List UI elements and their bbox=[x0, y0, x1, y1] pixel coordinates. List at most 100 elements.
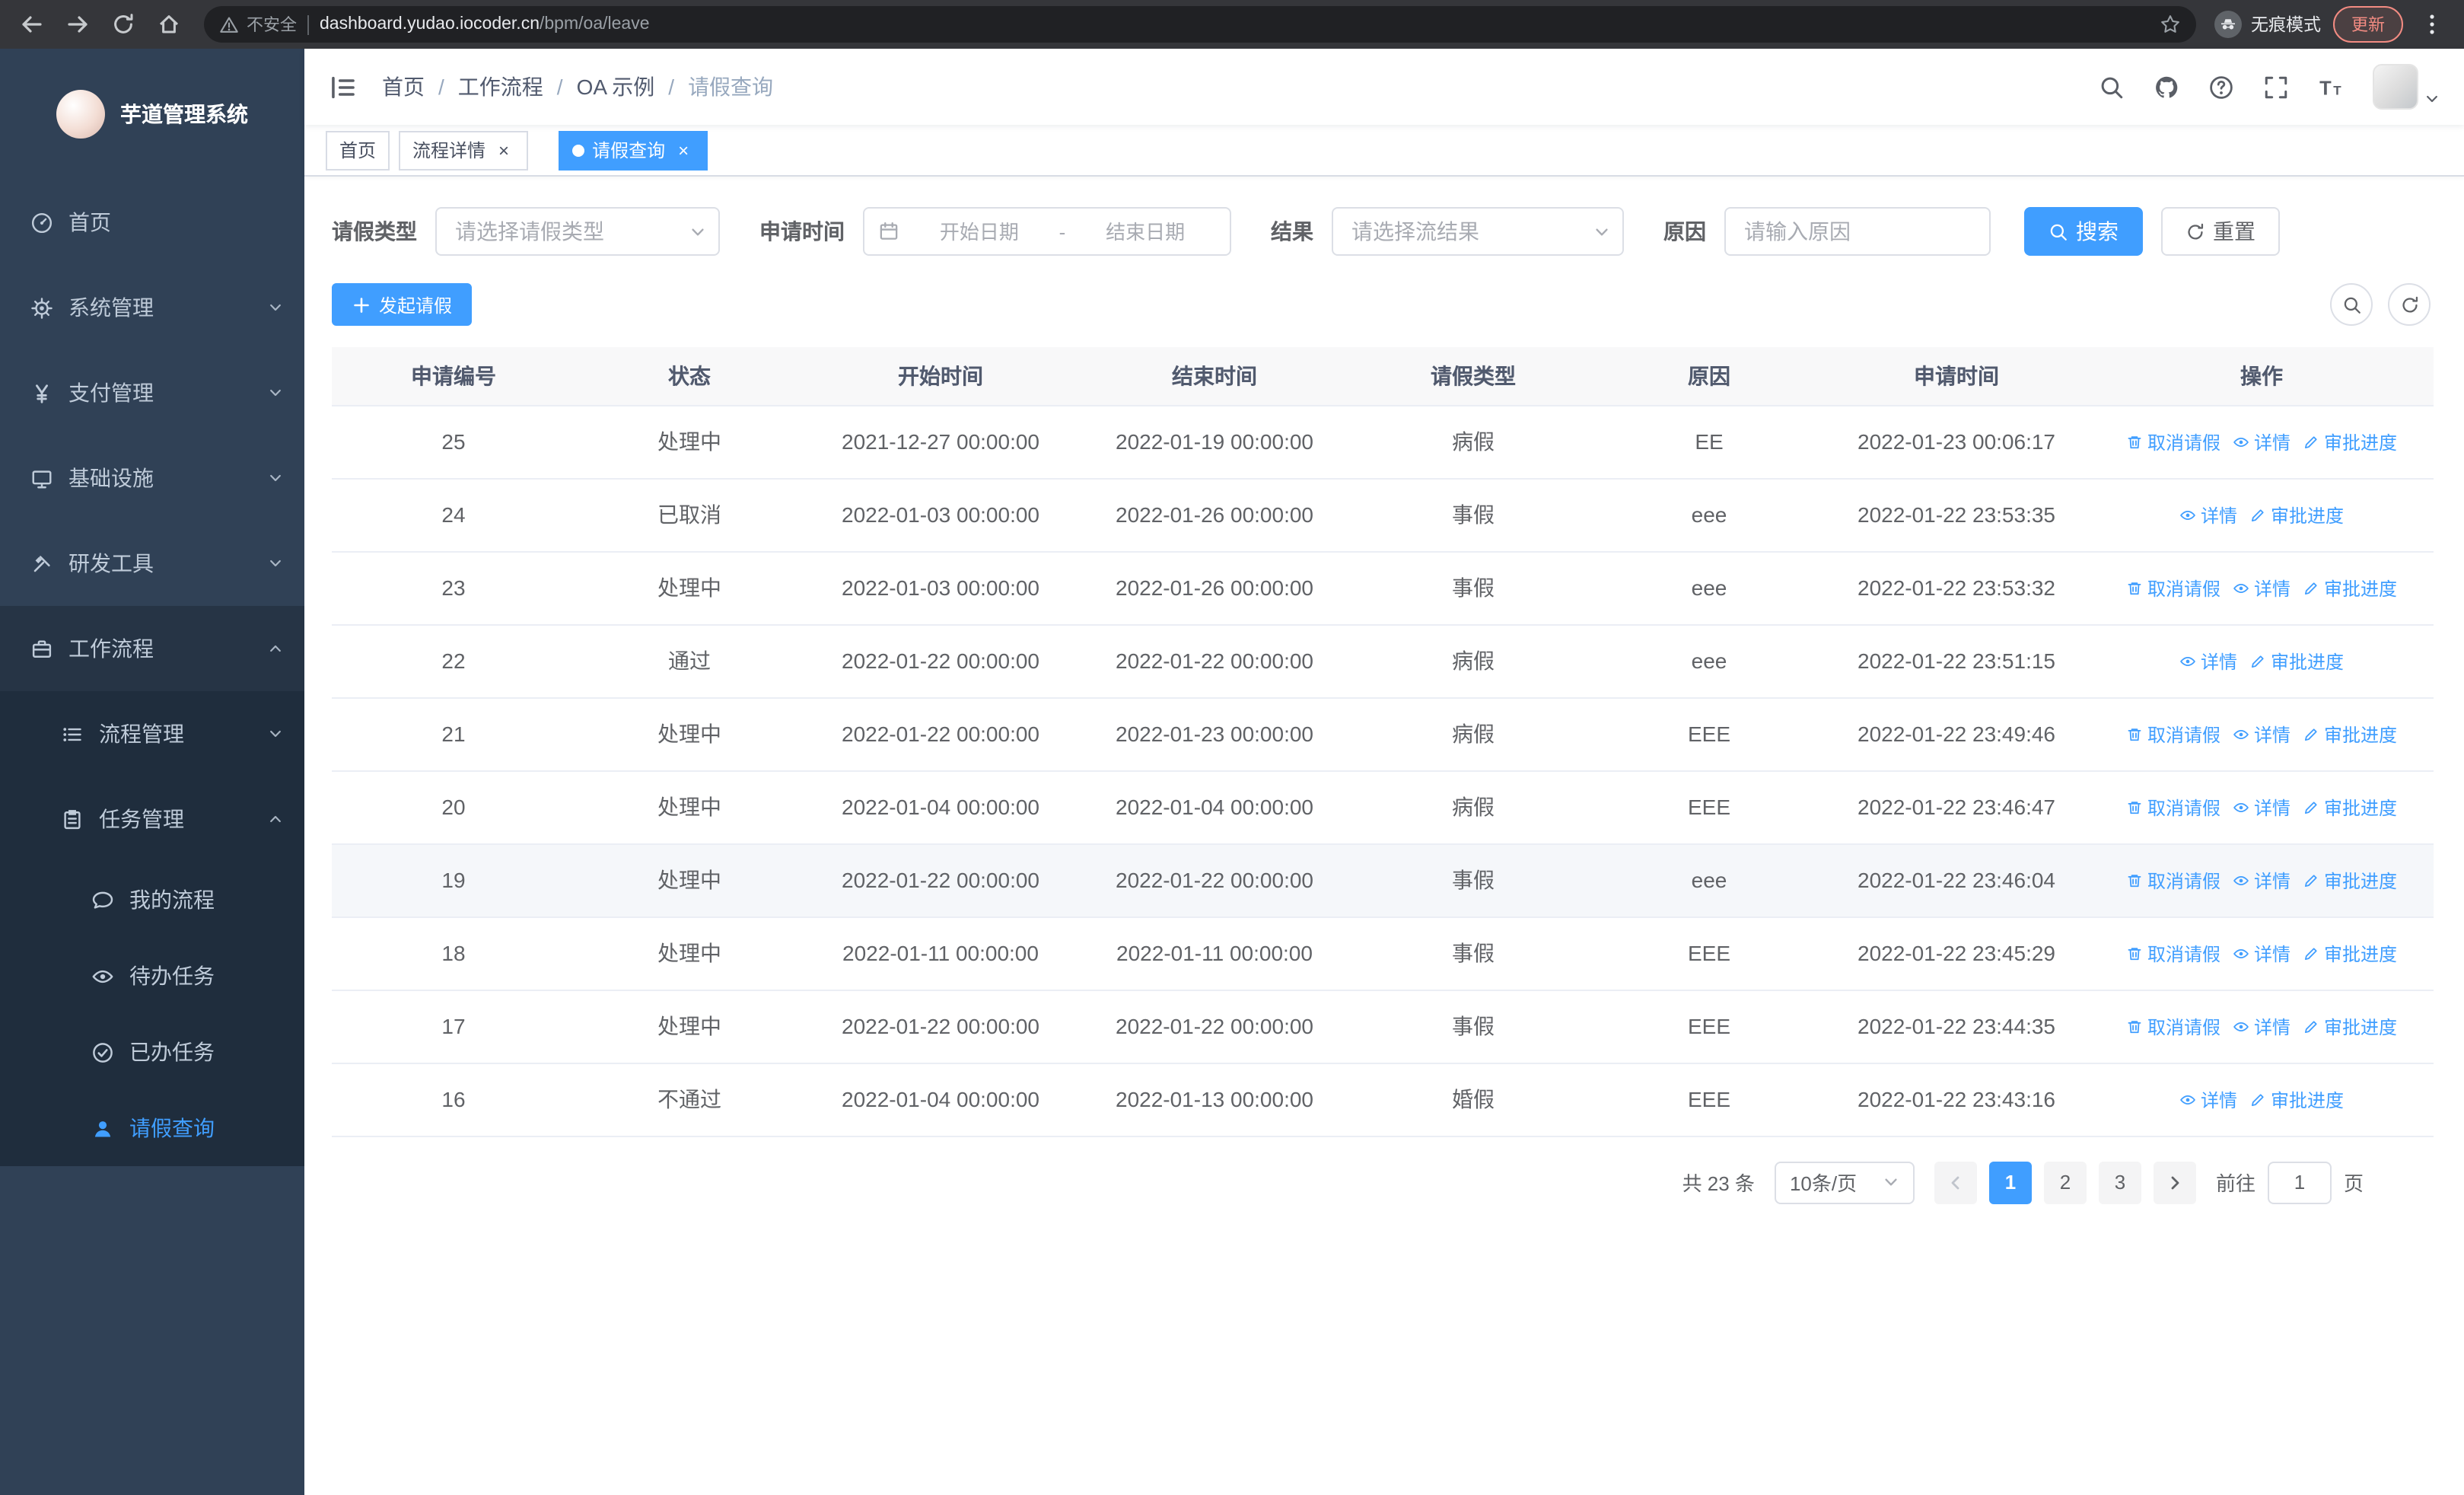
cell-start-time: 2022-01-11 00:00:00 bbox=[804, 916, 1078, 990]
detail-link[interactable]: 详情 bbox=[2233, 721, 2291, 747]
leave-type-input[interactable] bbox=[455, 219, 680, 244]
bookmark-star-icon[interactable] bbox=[2160, 14, 2181, 35]
breadcrumb-item[interactable]: 首页 bbox=[382, 72, 425, 102]
detail-link[interactable]: 详情 bbox=[2233, 794, 2291, 820]
close-icon[interactable]: × bbox=[493, 139, 514, 161]
next-page-button[interactable] bbox=[2153, 1161, 2196, 1203]
leave-type-select[interactable] bbox=[435, 207, 720, 256]
search-button[interactable]: 搜索 bbox=[2024, 207, 2143, 256]
progress-link[interactable]: 审批进度 bbox=[2303, 940, 2397, 966]
browser-menu-icon[interactable] bbox=[2415, 8, 2449, 41]
page-button-2[interactable]: 2 bbox=[2043, 1161, 2087, 1203]
breadcrumb-item[interactable]: OA 示例 bbox=[577, 72, 655, 102]
reset-button[interactable]: 重置 bbox=[2161, 207, 2280, 256]
progress-link[interactable]: 审批进度 bbox=[2303, 575, 2397, 601]
detail-link[interactable]: 详情 bbox=[2179, 1086, 2237, 1112]
help-icon[interactable] bbox=[2208, 74, 2234, 100]
progress-link[interactable]: 审批进度 bbox=[2249, 1086, 2344, 1112]
navbar: 首页 / 工作流程 / OA 示例 / 请假查询 TT bbox=[304, 49, 2464, 125]
cancel-leave-link[interactable]: 取消请假 bbox=[2126, 794, 2220, 820]
tab-label: 流程详情 bbox=[412, 140, 486, 161]
breadcrumb-item[interactable]: 工作流程 bbox=[458, 72, 543, 102]
home-icon[interactable] bbox=[152, 8, 186, 41]
create-leave-button[interactable]: 发起请假 bbox=[332, 283, 473, 326]
cancel-leave-link[interactable]: 取消请假 bbox=[2126, 1013, 2220, 1039]
refresh-icon bbox=[2399, 295, 2419, 314]
cancel-leave-link[interactable]: 取消请假 bbox=[2126, 940, 2220, 966]
progress-link[interactable]: 审批进度 bbox=[2303, 721, 2397, 747]
sidebar-item-todo-tasks[interactable]: 待办任务 bbox=[0, 938, 304, 1014]
forward-icon[interactable] bbox=[61, 8, 94, 41]
detail-link[interactable]: 详情 bbox=[2179, 648, 2237, 674]
detail-link[interactable]: 详情 bbox=[2233, 1013, 2291, 1039]
progress-link[interactable]: 审批进度 bbox=[2303, 1013, 2397, 1039]
back-icon[interactable] bbox=[15, 8, 49, 41]
user-avatar-menu[interactable] bbox=[2373, 64, 2440, 110]
sidebar-item-done-tasks[interactable]: 已办任务 bbox=[0, 1014, 304, 1090]
delete-icon bbox=[2126, 433, 2143, 450]
prev-page-button[interactable] bbox=[1934, 1161, 1977, 1203]
page-size-select[interactable]: 10条/页 bbox=[1774, 1161, 1915, 1203]
page-button-3[interactable]: 3 bbox=[2098, 1161, 2141, 1203]
action-label: 取消请假 bbox=[2147, 797, 2220, 818]
tab-home[interactable]: 首页 bbox=[326, 130, 390, 170]
reason-field[interactable] bbox=[1724, 207, 1991, 256]
address-bar[interactable]: 不安全 dashboard.yudao.iocoder.cn/bpm/oa/le… bbox=[204, 6, 2196, 43]
sidebar-item-system-management[interactable]: 系统管理 bbox=[0, 265, 304, 350]
detail-link[interactable]: 详情 bbox=[2233, 867, 2291, 893]
tab-process-detail[interactable]: 流程详情 × bbox=[399, 130, 529, 170]
goto-page-input[interactable] bbox=[2267, 1161, 2332, 1203]
font-size-icon[interactable]: TT bbox=[2318, 74, 2344, 100]
reason-input[interactable] bbox=[1744, 219, 1971, 244]
sidebar-item-dev-tools[interactable]: 研发工具 bbox=[0, 521, 304, 606]
progress-link[interactable]: 审批进度 bbox=[2249, 502, 2344, 528]
chat-icon bbox=[91, 888, 114, 911]
divider bbox=[307, 14, 309, 34]
fullscreen-icon[interactable] bbox=[2263, 74, 2289, 100]
refresh-table-button[interactable] bbox=[2388, 283, 2431, 326]
search-icon bbox=[2341, 295, 2361, 314]
security-chip[interactable]: 不安全 bbox=[219, 12, 297, 37]
reload-icon[interactable] bbox=[107, 8, 140, 41]
hamburger-icon[interactable] bbox=[329, 72, 358, 101]
detail-link[interactable]: 详情 bbox=[2179, 502, 2237, 528]
github-icon[interactable] bbox=[2154, 74, 2179, 100]
sidebar-item-infrastructure[interactable]: 基础设施 bbox=[0, 435, 304, 521]
sidebar-item-home[interactable]: 首页 bbox=[0, 180, 304, 265]
action-label: 详情 bbox=[2253, 870, 2291, 891]
sidebar-item-task-management[interactable]: 任务管理 bbox=[0, 776, 304, 862]
cell-actions: 详情 审批进度 bbox=[2090, 624, 2434, 698]
close-icon[interactable]: × bbox=[673, 139, 694, 161]
reset-button-label: 重置 bbox=[2213, 219, 2255, 244]
toggle-search-button[interactable] bbox=[2330, 283, 2373, 326]
detail-link[interactable]: 详情 bbox=[2233, 429, 2291, 454]
result-select[interactable] bbox=[1332, 207, 1624, 256]
cancel-leave-link[interactable]: 取消请假 bbox=[2126, 429, 2220, 454]
cancel-leave-link[interactable]: 取消请假 bbox=[2126, 575, 2220, 601]
end-date-input[interactable] bbox=[1074, 220, 1216, 243]
update-button[interactable]: 更新 bbox=[2333, 6, 2403, 43]
progress-link[interactable]: 审批进度 bbox=[2303, 867, 2397, 893]
start-date-input[interactable] bbox=[909, 220, 1050, 243]
sidebar-item-my-process[interactable]: 我的流程 bbox=[0, 862, 304, 938]
progress-link[interactable]: 审批进度 bbox=[2303, 429, 2397, 454]
sidebar-item-process-management[interactable]: 流程管理 bbox=[0, 691, 304, 776]
action-label: 审批进度 bbox=[2324, 578, 2398, 599]
search-icon[interactable] bbox=[2099, 74, 2125, 100]
cell-status: 处理中 bbox=[575, 916, 804, 990]
page-button-1[interactable]: 1 bbox=[1988, 1161, 2032, 1203]
result-input[interactable] bbox=[1351, 219, 1584, 244]
detail-link[interactable]: 详情 bbox=[2233, 575, 2291, 601]
detail-link[interactable]: 详情 bbox=[2233, 940, 2291, 966]
progress-link[interactable]: 审批进度 bbox=[2303, 794, 2397, 820]
sidebar-item-payment-management[interactable]: 支付管理 bbox=[0, 350, 304, 435]
cancel-leave-link[interactable]: 取消请假 bbox=[2126, 721, 2220, 747]
progress-link[interactable]: 审批进度 bbox=[2249, 648, 2344, 674]
cancel-leave-link[interactable]: 取消请假 bbox=[2126, 867, 2220, 893]
app-logo[interactable]: 芋道管理系统 bbox=[0, 49, 304, 180]
apply-time-range-picker[interactable]: - bbox=[863, 207, 1231, 256]
tab-leave-query[interactable]: 请假查询 × bbox=[559, 130, 708, 170]
cell-actions: 取消请假 详情 审批进度 bbox=[2090, 843, 2434, 917]
sidebar-item-workflow[interactable]: 工作流程 bbox=[0, 606, 304, 691]
sidebar-item-leave-query[interactable]: 请假查询 bbox=[0, 1090, 304, 1166]
